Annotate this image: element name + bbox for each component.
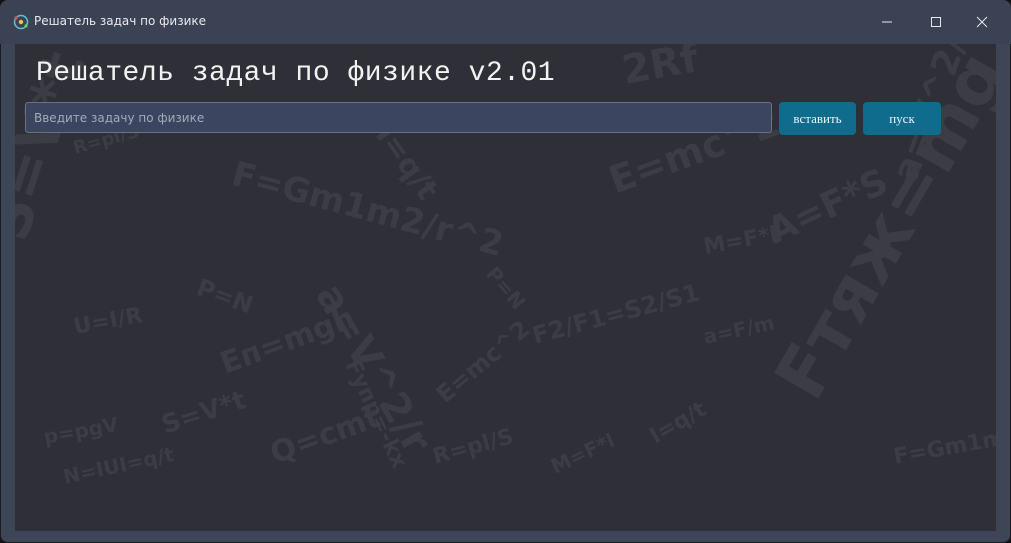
background-formula: F2/F1=S2/S1 (529, 278, 702, 350)
title-bar[interactable]: Решатель задач по физике (0, 0, 1011, 44)
window-title: Решатель задач по физике (34, 14, 207, 28)
background-formula: p=pgV (42, 412, 121, 449)
app-window: Решатель задач по физике S=V*t R=pl/S a=F/… (0, 0, 1011, 543)
background-formula: P=N (193, 273, 257, 319)
run-button[interactable]: пуск (863, 102, 941, 135)
close-icon (976, 16, 988, 28)
maximize-button[interactable] (916, 8, 956, 36)
close-button[interactable] (962, 8, 1002, 36)
background-formula: F=Gm1m2/r^2 (892, 414, 996, 470)
minimize-icon (882, 21, 892, 23)
page-title: Решатель задач по физике v2.01 (36, 58, 556, 89)
background-formula: I=q/t (646, 397, 712, 449)
app-icon (13, 14, 29, 30)
background-formula: M=F*l (547, 428, 618, 478)
background-formula: F=Gm1m2/r^2 (228, 154, 508, 265)
background-formula: N=IUI=q/t (61, 442, 177, 489)
background-formula: a=F/m (701, 310, 776, 348)
background-formula: Q=cmt (266, 400, 385, 472)
background-formula: R=pl/S (430, 424, 516, 470)
background-formula: P=N (481, 262, 530, 314)
main-area: S=V*tR=pl/Sa=F/mF=Gm1m2/r^2a=V^2/rI=q/tP… (15, 44, 996, 531)
task-input[interactable] (25, 102, 772, 133)
minimize-button[interactable] (867, 8, 907, 36)
background-formula: S=V*t (158, 385, 250, 440)
background-formula: U=I/R (72, 303, 145, 340)
maximize-icon (931, 17, 941, 27)
paste-button[interactable]: вставить (779, 102, 856, 135)
background-formula: 2Rf (619, 44, 702, 94)
background-formula: E=mc^2 (431, 315, 535, 409)
